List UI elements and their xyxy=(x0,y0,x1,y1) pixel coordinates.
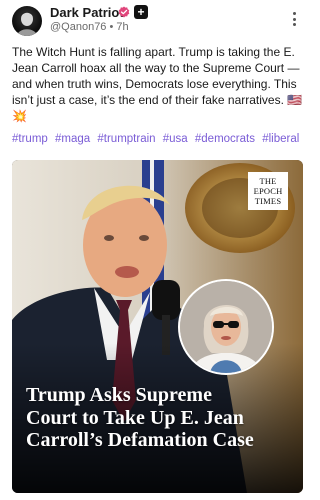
inset-portrait xyxy=(178,279,274,375)
post-time[interactable]: 7h xyxy=(116,21,128,33)
media-headline: Trump Asks Supreme Court to Take Up E. J… xyxy=(26,384,254,451)
logo-line: TIMES xyxy=(254,196,282,206)
hashtag-link[interactable]: #democrats xyxy=(195,133,255,145)
author-handle[interactable]: @Qanon76 xyxy=(50,21,106,33)
post-text: The Witch Hunt is falling apart. Trump i… xyxy=(12,45,303,123)
verified-badge-icon xyxy=(118,6,130,18)
meta-separator: • xyxy=(109,21,114,33)
plus-badge-icon: + xyxy=(134,5,148,19)
logo-line: EPOCH xyxy=(253,186,283,196)
post-card: Dark Patriot + @Qanon76 • 7h The Witch H… xyxy=(0,0,315,500)
hashtag-link[interactable]: #trump xyxy=(12,133,48,145)
epoch-times-logo: THE EPOCH TIMES xyxy=(248,172,288,210)
hashtag-link[interactable]: #liberal xyxy=(262,133,299,145)
post-meta: @Qanon76 • 7h xyxy=(50,21,129,33)
logo-line: THE xyxy=(259,176,277,186)
hashtag-link[interactable]: #maga xyxy=(55,133,90,145)
hashtag-link[interactable]: #trumptrain xyxy=(97,133,155,145)
hashtag-list: #trump #maga #trumptrain #usa #democrats… xyxy=(12,133,312,145)
hashtag-link[interactable]: #usa xyxy=(163,133,188,145)
author-avatar[interactable] xyxy=(12,6,42,36)
author-name[interactable]: Dark Patriot xyxy=(50,5,124,20)
more-vertical-icon[interactable] xyxy=(290,12,298,28)
